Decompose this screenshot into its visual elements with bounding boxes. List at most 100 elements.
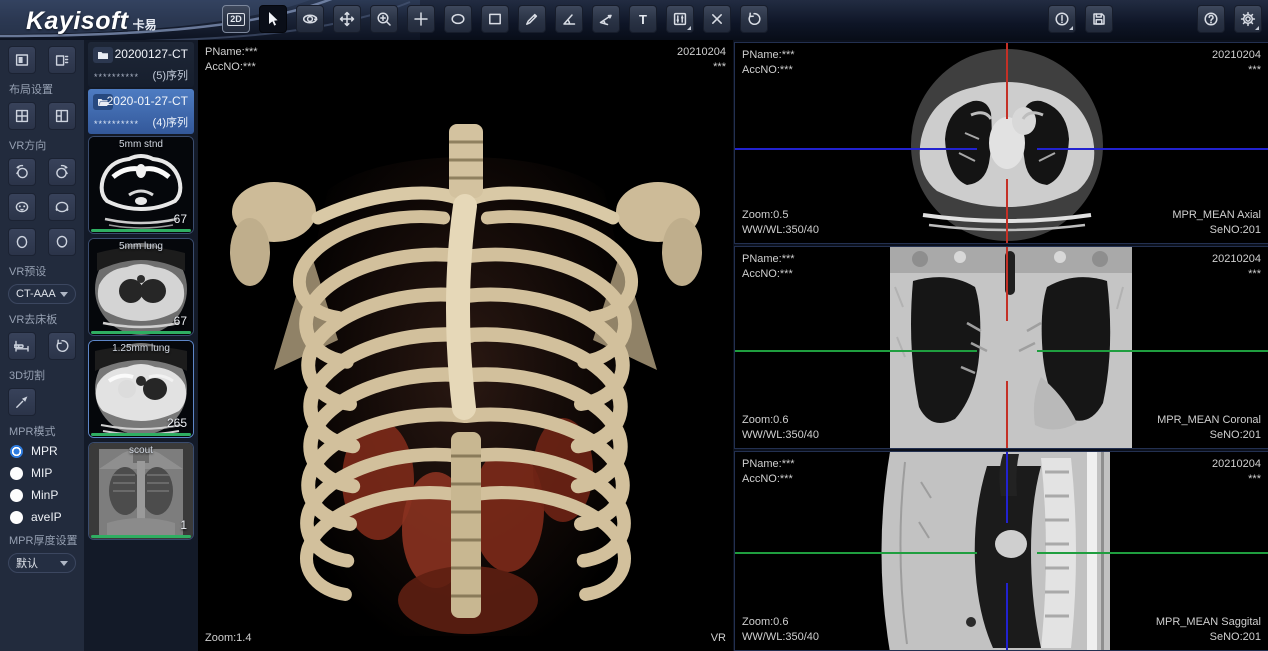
mpr-thickness-dropdown[interactable]: 默认 — [8, 553, 76, 573]
mode-overlay: VR — [711, 631, 726, 646]
measure-angle-button[interactable] — [555, 5, 583, 33]
head-rotate-right-icon — [53, 163, 71, 181]
accession-number: AccNO:*** — [742, 63, 795, 78]
mpr-mode-option-aveip[interactable]: aveIP — [10, 510, 76, 524]
series-thumbnail-5mm-lung[interactable]: 5mm lung 67 — [88, 238, 194, 336]
crosshair-h-line[interactable] — [735, 350, 977, 352]
thumbnail-image-count: 67 — [174, 314, 187, 328]
patient-overlay: PName:*** AccNO:*** — [742, 48, 795, 78]
face-front-icon — [13, 198, 31, 216]
grid-2x2-icon — [14, 108, 30, 124]
text-annotation-button[interactable]: T — [629, 5, 657, 33]
crosshair-h-line[interactable] — [1037, 552, 1268, 554]
info-button[interactable] — [1048, 5, 1076, 33]
window-level-button[interactable] — [666, 5, 694, 33]
rotate-3d-icon — [302, 11, 318, 27]
main-toolbar: 2D — [222, 5, 768, 33]
accession-number: AccNO:*** — [742, 472, 795, 487]
series-thumbnail-5mm-stnd[interactable]: 5mm stnd 67 — [88, 136, 194, 234]
ellipse-roi-button[interactable] — [444, 5, 472, 33]
crosshair-v-line[interactable] — [1006, 381, 1008, 448]
study-date: 20210204 — [1212, 252, 1261, 267]
radio-icon — [10, 467, 23, 480]
zoom-window-overlay: Zoom:0.6 WW/WL:350/40 — [742, 413, 819, 443]
vr-superior-button[interactable] — [8, 228, 36, 256]
mpr-coronal-viewport[interactable]: PName:*** AccNO:*** 20210204 *** Zoom:0.… — [734, 246, 1268, 449]
crosshair-h-line[interactable] — [735, 552, 977, 554]
rotate-3d-button[interactable] — [296, 5, 324, 33]
rect-roi-button[interactable] — [481, 5, 509, 33]
vr-preset-dropdown[interactable]: CT-AAA — [8, 284, 76, 304]
vr-viewport[interactable]: PName:*** AccNO:*** 20210204 *** Zoom:1.… — [198, 40, 733, 651]
series-thumbnail-scout[interactable]: scout 1 — [88, 442, 194, 540]
thumbnail-image-scout — [89, 443, 193, 540]
mpr-sagittal-viewport[interactable]: PName:*** AccNO:*** 20210204 *** Zoom:0.… — [734, 451, 1268, 651]
bed-icon — [14, 338, 30, 354]
settings-button[interactable] — [1234, 5, 1262, 33]
crosshair-v-line[interactable] — [1006, 247, 1008, 321]
patient-name: PName:*** — [742, 457, 795, 472]
ct-viewer-app: Kayisoft 卡易 2D — [0, 0, 1268, 651]
head-bottom-icon — [53, 233, 71, 251]
patient-overlay: PName:*** AccNO:*** — [205, 45, 258, 75]
dropdown-corner — [687, 26, 691, 30]
vr-anterior-button[interactable] — [8, 193, 36, 221]
series-thumbnail-1-25mm-lung[interactable]: 1.25mm lung 265 — [88, 340, 194, 438]
cursor-button[interactable] — [259, 5, 287, 33]
vr-posterior-button[interactable] — [48, 193, 76, 221]
layout-1x2-button[interactable] — [48, 102, 76, 130]
crosshair-h-line[interactable] — [1037, 350, 1268, 352]
mpr-mode-option-mpr[interactable]: MPR — [10, 444, 76, 458]
cobb-angle-button[interactable] — [592, 5, 620, 33]
head-back-icon — [53, 198, 71, 216]
study-item-selected[interactable]: 2020-01-27-CT ********** (4)序列 — [88, 89, 194, 134]
zoom-in-button[interactable] — [370, 5, 398, 33]
save-button[interactable] — [1085, 5, 1113, 33]
crosshair-v-line[interactable] — [1006, 179, 1008, 243]
mpr-mode-option-mip[interactable]: MIP — [10, 466, 76, 480]
zoom-overlay: Zoom:1.4 — [205, 631, 251, 646]
settings-toolbar — [1197, 5, 1262, 33]
crosshair-v-line[interactable] — [1006, 583, 1008, 650]
delete-annotation-button[interactable] — [703, 5, 731, 33]
layout-single-button[interactable] — [8, 46, 36, 74]
radio-icon — [10, 511, 23, 524]
zoom-factor: Zoom:1.4 — [205, 631, 251, 646]
window-level: WW/WL:350/40 — [742, 428, 819, 443]
crosshair-h-line[interactable] — [1037, 148, 1268, 150]
crosshair-v-line[interactable] — [1006, 452, 1008, 523]
patient-name: PName:*** — [742, 252, 795, 267]
study-series-count: (4)序列 — [153, 114, 188, 130]
mpr-mode-option-minp[interactable]: MinP — [10, 488, 76, 502]
chevron-down-icon — [60, 561, 68, 566]
cursor-icon — [265, 11, 281, 27]
mpr-axial-viewport[interactable]: PName:*** AccNO:*** 20210204 *** Zoom:0.… — [734, 42, 1268, 244]
crosshair-locate-button[interactable] — [407, 5, 435, 33]
measure-line-button[interactable] — [518, 5, 546, 33]
pan-button[interactable] — [333, 5, 361, 33]
thumbnail-label: 5mm stnd — [89, 139, 193, 150]
layout-grid-2x2-button[interactable] — [8, 102, 36, 130]
study-masked-id: ********** — [94, 72, 139, 82]
layout-1x2-icon — [54, 108, 70, 124]
study-item[interactable]: 20200127-CT ********** (5)序列 — [88, 42, 194, 87]
layout-list-button[interactable] — [48, 46, 76, 74]
scalpel-button[interactable] — [8, 388, 36, 416]
folder-closed-icon — [93, 47, 113, 63]
vr-rotate-right-button[interactable] — [48, 158, 76, 186]
restore-bed-button[interactable] — [48, 332, 76, 360]
mode-2d-button[interactable]: 2D — [222, 5, 250, 33]
crosshair-h-line[interactable] — [735, 148, 977, 150]
vr-inferior-button[interactable] — [48, 228, 76, 256]
logo-text: Kayisoft — [26, 7, 129, 36]
reset-icon — [746, 11, 762, 27]
study-title: 20200127-CT — [115, 47, 188, 61]
remove-bed-button[interactable] — [8, 332, 36, 360]
zoom-in-icon — [376, 11, 392, 27]
measure-line-icon — [524, 11, 540, 27]
vr-rotate-left-button[interactable] — [8, 158, 36, 186]
reset-button[interactable] — [740, 5, 768, 33]
help-button[interactable] — [1197, 5, 1225, 33]
crosshair-v-line[interactable] — [1006, 43, 1008, 119]
mode-series-overlay: MPR_MEAN Axial SeNO:201 — [1172, 208, 1261, 238]
